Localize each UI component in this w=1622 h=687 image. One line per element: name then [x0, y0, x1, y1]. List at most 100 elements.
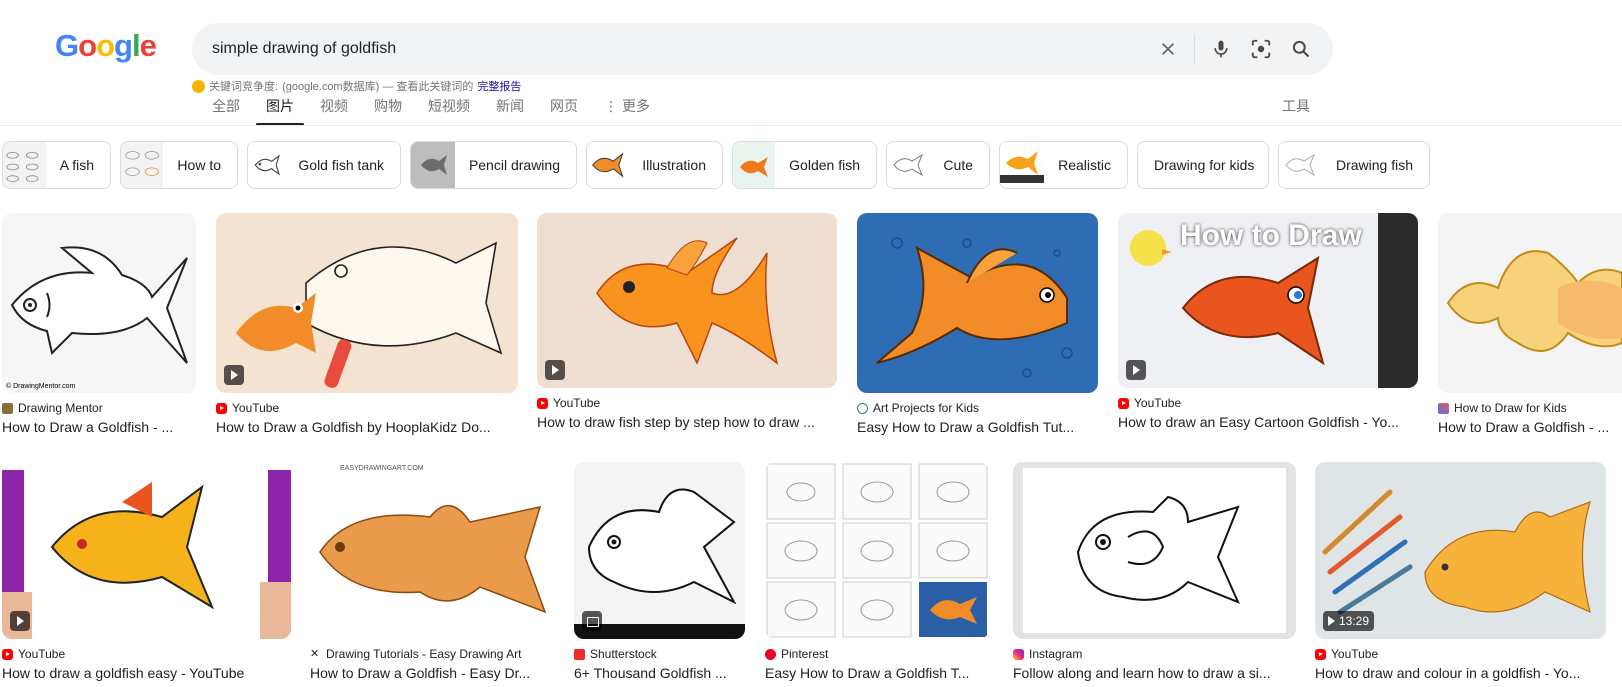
tab-short-videos[interactable]: 短视频	[428, 96, 470, 124]
image-badge	[582, 611, 602, 631]
image-result[interactable]: © DrawingMentor.com Drawing Mentor How t…	[2, 213, 196, 435]
chip-cute[interactable]: Cute	[886, 141, 990, 189]
play-icon	[1132, 365, 1140, 375]
chip-label: A fish	[59, 157, 94, 173]
video-duration: 13:29	[1339, 614, 1370, 628]
result-thumbnail[interactable]	[1013, 462, 1296, 639]
result-thumbnail[interactable]: How to Draw	[1118, 213, 1418, 388]
image-result[interactable]: YouTube How to draw a goldfish easy - Yo…	[2, 462, 291, 681]
seo-label: 关键词竞争度:	[209, 81, 279, 93]
search-icon[interactable]	[1281, 29, 1321, 69]
tools-button[interactable]: 工具	[1282, 96, 1310, 116]
seo-report-link[interactable]: 完整报告	[477, 78, 521, 94]
result-source[interactable]: How to Draw for Kids	[1438, 401, 1622, 415]
result-source[interactable]: YouTube	[1315, 647, 1606, 661]
image-result[interactable]: 13:29 YouTube How to draw and colour in …	[1315, 462, 1606, 681]
drawing-mentor-favicon	[2, 402, 13, 414]
instagram-favicon	[1013, 648, 1024, 660]
result-thumbnail[interactable]	[537, 213, 837, 388]
tab-news[interactable]: 新闻	[496, 96, 524, 124]
result-title[interactable]: How to Draw a Goldfish - ...	[1438, 419, 1622, 435]
chip-thumbnail	[1279, 142, 1322, 188]
result-title[interactable]: Easy How to Draw a Goldfish Tut...	[857, 419, 1098, 435]
camera-lens-icon[interactable]	[1241, 29, 1281, 69]
watermark-text: EASYDRAWINGART.COM	[340, 465, 424, 472]
chip-label: Pencil drawing	[468, 157, 560, 173]
tab-shopping[interactable]: 购物	[374, 96, 402, 124]
image-result[interactable]: YouTube How to draw fish step by step ho…	[537, 213, 837, 430]
tab-images[interactable]: 图片	[256, 96, 304, 126]
chip-illustration[interactable]: Illustration	[586, 141, 723, 189]
chip-how-to[interactable]: How to	[120, 141, 238, 189]
video-badge	[1126, 360, 1146, 380]
image-result[interactable]: How to Draw for Kids How to Draw a Goldf…	[1438, 213, 1622, 435]
clear-icon[interactable]	[1148, 29, 1188, 69]
search-tabs: 全部 图片 视频 购物 短视频 新闻 网页 ⋮ 更多	[212, 96, 676, 126]
image-result[interactable]: Art Projects for Kids Easy How to Draw a…	[857, 213, 1098, 435]
chip-label: Realistic	[1058, 157, 1111, 173]
result-thumbnail[interactable]: EASYDRAWINGART.COM	[310, 462, 554, 639]
chip-gold-fish-tank[interactable]: Gold fish tank	[247, 141, 401, 189]
result-title[interactable]: How to Draw a Goldfish - ...	[2, 419, 196, 435]
result-source[interactable]: Shutterstock	[574, 647, 745, 661]
tab-more[interactable]: ⋮ 更多	[604, 96, 650, 124]
result-source[interactable]: ✕ Drawing Tutorials - Easy Drawing Art	[310, 647, 554, 661]
chip-realistic[interactable]: Realistic	[999, 141, 1128, 189]
result-thumbnail[interactable]: © DrawingMentor.com	[2, 213, 196, 393]
result-thumbnail[interactable]	[1438, 213, 1622, 393]
watermark-text: © DrawingMentor.com	[6, 383, 76, 390]
google-images-page: Google simple drawing of goldfish 关键词竞争度…	[0, 0, 1622, 687]
result-thumbnail[interactable]	[765, 462, 989, 639]
result-source[interactable]: Pinterest	[765, 647, 989, 661]
result-title[interactable]: How to draw an Easy Cartoon Goldfish - Y…	[1118, 414, 1418, 430]
image-result[interactable]: Shutterstock 6+ Thousand Goldfish ...	[574, 462, 745, 681]
search-input[interactable]: simple drawing of goldfish	[212, 40, 1148, 58]
result-source[interactable]: YouTube	[2, 647, 291, 661]
result-source[interactable]: Drawing Mentor	[2, 401, 196, 415]
result-thumbnail[interactable]: 13:29	[1315, 462, 1606, 639]
tab-all[interactable]: 全部	[212, 96, 240, 124]
result-source[interactable]: YouTube	[537, 396, 837, 410]
image-result[interactable]: YouTube How to Draw a Goldfish by Hoopla…	[216, 213, 518, 435]
chip-label: Drawing fish	[1335, 157, 1413, 173]
result-source[interactable]: Art Projects for Kids	[857, 401, 1098, 415]
google-logo[interactable]: Google	[55, 28, 157, 64]
result-source[interactable]: YouTube	[1118, 396, 1418, 410]
result-source[interactable]: YouTube	[216, 401, 518, 415]
source-name: Drawing Mentor	[18, 401, 103, 415]
microphone-icon[interactable]	[1201, 29, 1241, 69]
chip-a-fish[interactable]: A fish	[2, 141, 111, 189]
result-title[interactable]: How to draw fish step by step how to dra…	[537, 414, 837, 430]
result-title[interactable]: Easy How to Draw a Goldfish T...	[765, 665, 989, 681]
play-icon	[230, 370, 238, 380]
result-source[interactable]: Instagram	[1013, 647, 1296, 661]
chip-drawing-for-kids[interactable]: Drawing for kids	[1137, 141, 1269, 189]
image-result[interactable]: EASYDRAWINGART.COM ✕ Drawing Tutorials -…	[310, 462, 554, 681]
image-result[interactable]: How to Draw YouTube How to draw an Easy …	[1118, 213, 1418, 430]
tab-web[interactable]: 网页	[550, 96, 578, 124]
source-name: Art Projects for Kids	[873, 401, 980, 415]
source-name: YouTube	[553, 396, 601, 410]
result-thumbnail[interactable]	[2, 462, 291, 639]
image-result[interactable]: Pinterest Easy How to Draw a Goldfish T.…	[765, 462, 989, 681]
seo-info-bar: 关键词竞争度: (google.com数据库) — 查看此关键词的 完整报告	[192, 78, 521, 94]
result-title[interactable]: How to draw and colour in a goldfish - Y…	[1315, 665, 1606, 681]
result-title[interactable]: How to draw a goldfish easy - YouTube	[2, 665, 291, 681]
tab-videos[interactable]: 视频	[320, 96, 348, 124]
search-box[interactable]: simple drawing of goldfish	[192, 23, 1333, 75]
result-thumbnail[interactable]	[216, 213, 518, 393]
result-title[interactable]: How to Draw a Goldfish by HooplaKidz Do.…	[216, 419, 518, 435]
result-title[interactable]: Follow along and learn how to draw a si.…	[1013, 665, 1296, 681]
result-thumbnail[interactable]	[574, 462, 745, 639]
video-badge	[10, 611, 30, 631]
image-result[interactable]: Instagram Follow along and learn how to …	[1013, 462, 1296, 681]
chip-drawing-fish[interactable]: Drawing fish	[1278, 141, 1430, 189]
result-thumbnail[interactable]	[857, 213, 1098, 393]
youtube-favicon	[1315, 648, 1326, 660]
result-title[interactable]: How to Draw a Goldfish - Easy Dr...	[310, 665, 554, 681]
result-title[interactable]: 6+ Thousand Goldfish ...	[574, 665, 745, 681]
source-name: YouTube	[1331, 647, 1379, 661]
chip-golden-fish[interactable]: Golden fish	[732, 141, 877, 189]
chip-pencil-drawing[interactable]: Pencil drawing	[410, 141, 577, 189]
chip-thumbnail	[887, 142, 930, 188]
